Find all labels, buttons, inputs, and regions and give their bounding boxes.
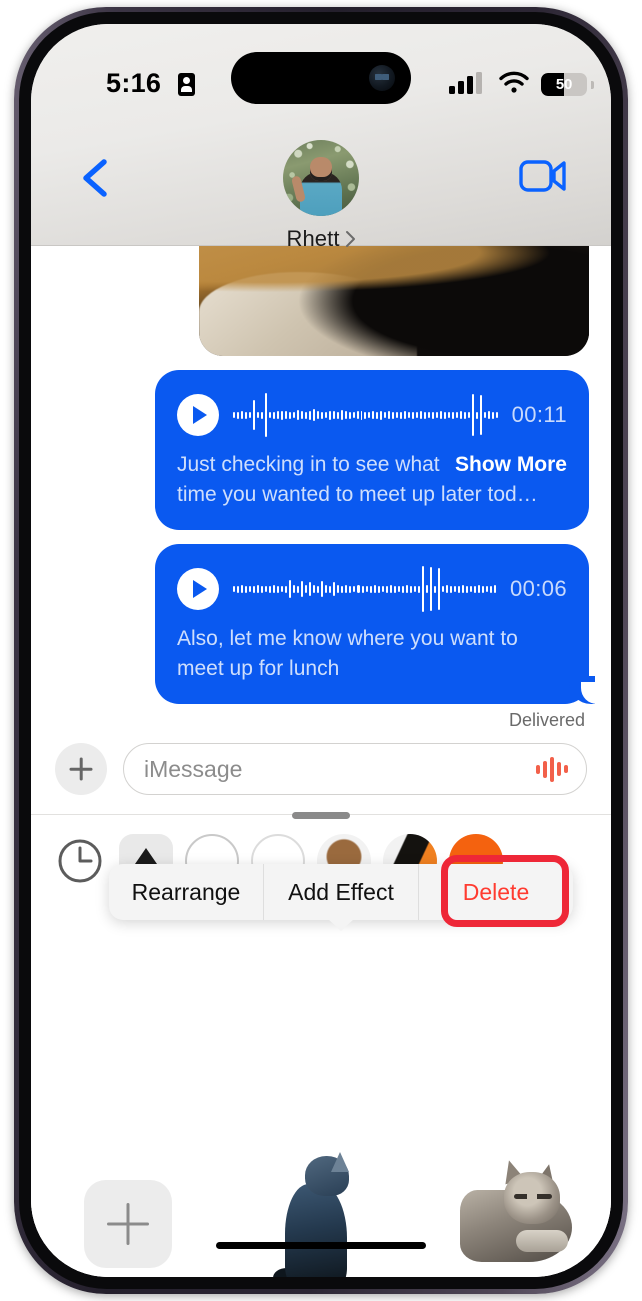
wifi-icon	[499, 71, 529, 93]
transcript-text: Also, let me know where you want to meet…	[177, 627, 518, 680]
audio-waveform-icon[interactable]	[536, 756, 568, 782]
status-time: 5:16	[106, 68, 162, 98]
conversation-area[interactable]: 00:11 Show More Just checking in to see …	[31, 246, 611, 1277]
phone-bezel: Rhett 5:16 50 00:11 Show More Just check…	[19, 12, 623, 1289]
add-sticker-button[interactable]	[83, 1180, 172, 1268]
context-menu-arrow	[328, 919, 354, 931]
message-row-photo	[31, 246, 611, 356]
portrait-focus-icon	[178, 73, 195, 96]
navy-cat-sticker[interactable]	[261, 1152, 381, 1277]
battery-percent-label: 50	[555, 76, 573, 93]
menu-item-rearrange[interactable]: Rearrange	[109, 864, 263, 920]
audio-player-row: 00:11	[177, 386, 567, 444]
sticker-cell[interactable]	[224, 1152, 417, 1277]
phone-frame: Rhett 5:16 50 00:11 Show More Just check…	[14, 7, 628, 1294]
audio-transcript: Show More Just checking in to see what t…	[177, 450, 567, 510]
dynamic-island	[231, 52, 411, 104]
contact-name-row: Rhett	[283, 226, 359, 252]
avatar-head	[310, 157, 332, 181]
phone-screen: Rhett 5:16 50 00:11 Show More Just check…	[31, 24, 611, 1277]
chevron-right-icon	[345, 231, 355, 247]
back-button[interactable]	[77, 156, 117, 200]
status-bar: 5:16 50	[31, 24, 611, 110]
waveform-2[interactable]	[233, 566, 496, 612]
sticker-cell[interactable]	[418, 1154, 611, 1277]
bubble-tail	[569, 330, 589, 356]
delete-highlight-annotation	[441, 855, 569, 927]
cellular-signal-icon	[449, 72, 482, 94]
contact-name: Rhett	[286, 226, 340, 251]
message-placeholder: iMessage	[144, 755, 243, 782]
play-button[interactable]	[177, 394, 219, 436]
drawer-grabber[interactable]	[292, 812, 350, 819]
photo-message-bubble[interactable]	[199, 246, 589, 356]
sticker-part	[284, 1184, 347, 1277]
message-row-audio-1: 00:11 Show More Just checking in to see …	[31, 370, 611, 530]
sticker-grid[interactable]	[31, 1152, 611, 1277]
sticker-part	[330, 1152, 349, 1172]
facetime-button[interactable]	[519, 159, 567, 193]
message-input-bar: iMessage	[31, 732, 611, 806]
audio-transcript: Also, let me know where you want to meet…	[177, 624, 567, 684]
message-input-field[interactable]: iMessage	[123, 743, 587, 795]
sticker-part	[514, 1194, 553, 1199]
video-camera-icon	[519, 160, 566, 192]
front-camera-icon	[369, 65, 395, 91]
audio-duration: 00:11	[511, 402, 567, 427]
audio-message-bubble[interactable]: 00:11 Show More Just checking in to see …	[155, 370, 589, 530]
audio-duration: 00:06	[509, 576, 567, 601]
audio-message-bubble[interactable]: 00:06 Also, let me know where you want t…	[155, 544, 597, 704]
battery-indicator: 50	[541, 73, 587, 96]
contact-header[interactable]: Rhett	[283, 140, 359, 252]
tab-recents[interactable]	[53, 834, 107, 888]
delivery-status: Delivered	[508, 710, 585, 730]
audio-player-row: 00:06	[177, 560, 567, 618]
add-attachment-button[interactable]	[55, 743, 107, 795]
bubble-tail	[569, 676, 597, 704]
clock-icon	[58, 839, 102, 883]
play-button[interactable]	[177, 568, 219, 610]
show-more-link[interactable]: Show More	[455, 450, 567, 480]
chevron-left-icon	[83, 159, 107, 197]
battery-tip	[591, 81, 594, 89]
avatar	[283, 140, 359, 216]
sticker-part	[516, 1230, 569, 1252]
message-row-audio-2: 00:06 Also, let me know where you want t…	[31, 544, 611, 704]
menu-item-add-effect[interactable]: Add Effect	[263, 864, 418, 920]
waveform-1[interactable]	[233, 392, 498, 438]
sticker-cell-add[interactable]	[31, 1154, 224, 1277]
gray-tabby-cat-sticker[interactable]	[454, 1154, 574, 1277]
home-indicator[interactable]	[216, 1242, 426, 1249]
